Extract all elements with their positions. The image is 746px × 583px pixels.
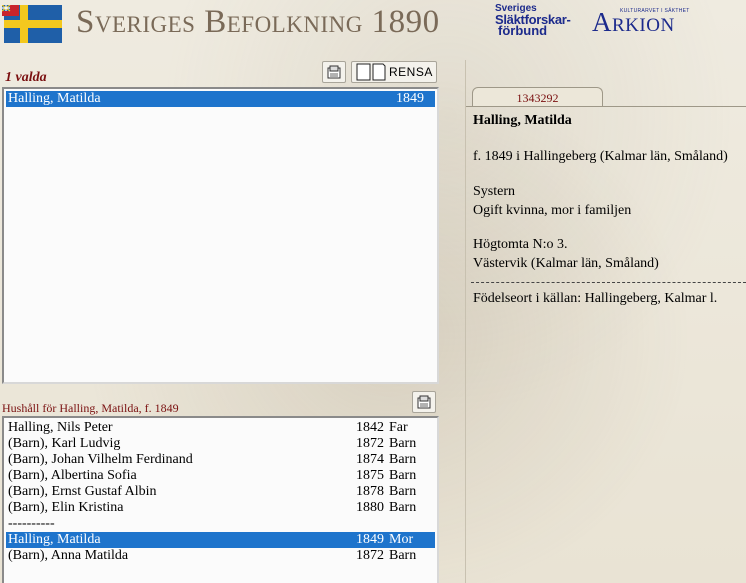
table-row[interactable]: Halling, Matilda 1849 Mor bbox=[6, 532, 435, 548]
table-row[interactable]: (Barn), Karl Ludvig 1872 Barn bbox=[6, 436, 435, 452]
export-icon bbox=[417, 395, 431, 409]
household-members-list[interactable]: Halling, Nils Peter 1842 Far (Barn), Kar… bbox=[2, 416, 439, 583]
member-birth-year: 1880 bbox=[356, 500, 384, 515]
clear-selection-button[interactable]: RENSA bbox=[351, 61, 437, 83]
member-name: (Barn), Johan Vilhelm Ferdinand bbox=[8, 452, 193, 467]
clear-selection-label: RENSA bbox=[389, 65, 433, 79]
member-role: Barn bbox=[389, 452, 417, 467]
arkion-logo[interactable]: KULTURARVET I SÄKTHET Arkion bbox=[592, 4, 689, 38]
member-name: (Barn), Karl Ludvig bbox=[8, 436, 121, 451]
table-row[interactable]: Halling, Nils Peter 1842 Far bbox=[6, 420, 435, 436]
member-birth-year: 1875 bbox=[356, 468, 384, 483]
person-birth-year: 1849 bbox=[396, 91, 424, 106]
ssf-logo[interactable]: Sveriges Släktforskar- förbund bbox=[495, 3, 571, 39]
member-name: (Barn), Ernst Gustaf Albin bbox=[8, 484, 157, 499]
documents-icon bbox=[356, 63, 386, 81]
member-role: Far bbox=[389, 420, 408, 435]
member-role: Barn bbox=[389, 436, 417, 451]
member-birth-year: 1842 bbox=[356, 420, 384, 435]
member-role: Barn bbox=[389, 500, 417, 515]
table-row[interactable]: (Barn), Johan Vilhelm Ferdinand 1874 Bar… bbox=[6, 452, 435, 468]
member-birth-year: 1872 bbox=[356, 548, 384, 563]
export-selected-button[interactable] bbox=[322, 61, 346, 83]
selected-count-label: 1 valda bbox=[5, 70, 47, 85]
detail-address: Högtomta N:o 3. bbox=[473, 237, 568, 252]
member-birth-year: 1878 bbox=[356, 484, 384, 499]
app-title: Sveriges Befolkning 1890 bbox=[76, 4, 440, 40]
person-name: Halling, Matilda bbox=[8, 91, 101, 106]
table-row[interactable]: (Barn), Elin Kristina 1880 Barn bbox=[6, 500, 435, 516]
union-flag-icon bbox=[2, 5, 19, 16]
member-birth-year: 1874 bbox=[356, 452, 384, 467]
detail-source-birthplace: Födelseort i källan: Hallingeberg, Kalma… bbox=[473, 291, 718, 306]
arkion-name: Arkion bbox=[592, 7, 675, 37]
member-birth-year: 1849 bbox=[356, 532, 384, 547]
detail-person-name: Halling, Matilda bbox=[473, 113, 572, 128]
member-name: Halling, Nils Peter bbox=[8, 420, 113, 435]
member-name: (Barn), Anna Matilda bbox=[8, 548, 129, 563]
table-row[interactable]: (Barn), Anna Matilda 1872 Barn bbox=[6, 548, 435, 564]
tab-underline bbox=[466, 106, 746, 107]
table-row[interactable]: (Barn), Ernst Gustaf Albin 1878 Barn bbox=[6, 484, 435, 500]
detail-parish: Västervik (Kalmar län, Småland) bbox=[473, 256, 659, 271]
detail-birth: f. 1849 i Hallingeberg (Kalmar län, Smål… bbox=[473, 149, 728, 164]
member-name: Halling, Matilda bbox=[8, 532, 101, 547]
export-icon bbox=[327, 65, 341, 79]
household-title: Hushåll för Halling, Matilda, f. 1849 bbox=[2, 401, 179, 415]
panel-divider bbox=[465, 60, 466, 583]
member-name: (Barn), Albertina Sofia bbox=[8, 468, 137, 483]
app-header: Sveriges Befolkning 1890 Sveriges Släktf… bbox=[0, 0, 746, 52]
household-separator: ---------- bbox=[6, 516, 435, 532]
member-birth-year: 1872 bbox=[356, 436, 384, 451]
table-row[interactable]: (Barn), Albertina Sofia 1875 Barn bbox=[6, 468, 435, 484]
member-name: (Barn), Elin Kristina bbox=[8, 500, 124, 515]
detail-status: Ogift kvinna, mor i familjen bbox=[473, 203, 632, 218]
detail-relation: Systern bbox=[473, 184, 515, 199]
member-role: Barn bbox=[389, 484, 417, 499]
selected-persons-list[interactable]: Halling, Matilda 1849 bbox=[2, 87, 439, 384]
separator-text: ---------- bbox=[8, 516, 55, 531]
member-role: Barn bbox=[389, 468, 417, 483]
tab-record[interactable]: 1343292 bbox=[472, 87, 603, 107]
export-household-button[interactable] bbox=[412, 391, 436, 413]
detail-divider bbox=[471, 282, 746, 283]
member-role: Barn bbox=[389, 548, 417, 563]
list-item[interactable]: Halling, Matilda 1849 bbox=[6, 91, 435, 107]
member-role: Mor bbox=[389, 532, 414, 547]
